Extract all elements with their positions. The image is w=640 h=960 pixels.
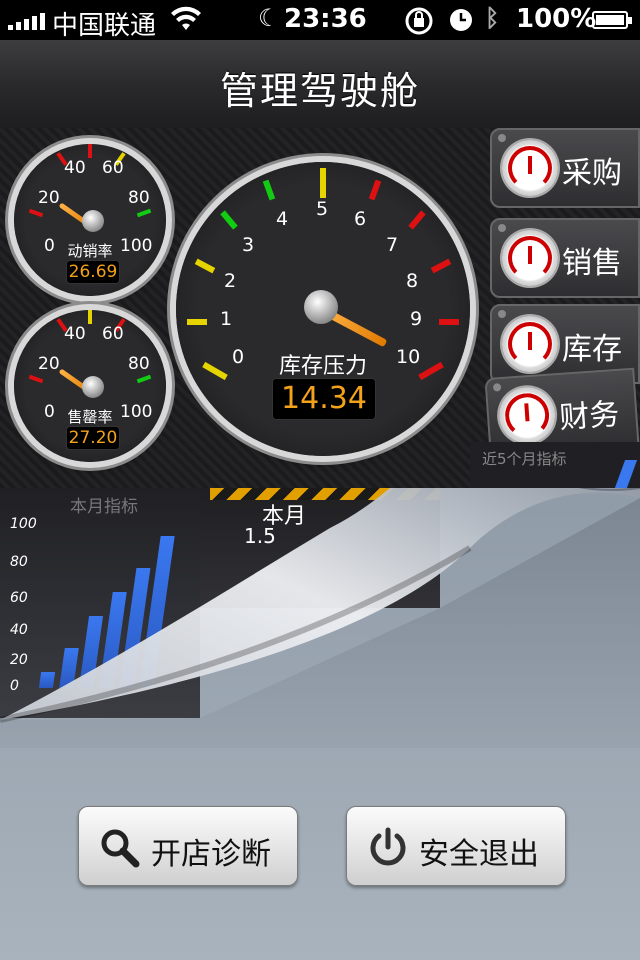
gauge-readout: 26.69 [66,260,120,284]
mini-gauge-icon [497,385,557,446]
tab-label: 销售 [562,246,622,281]
gauge-mark [418,361,444,381]
sales-rate-gauge[interactable]: 0 20 40 60 80 100 动销率 26.69 [14,144,166,296]
tick-label: 40 [64,324,86,344]
page-curl-area[interactable]: 本月指标 100 80 60 40 20 0 本月 1.5 [0,488,640,748]
tick-label: 40 [64,158,86,178]
tick-label: 6 [354,208,367,230]
screw [498,224,506,232]
mini-gauge-icon [502,140,558,196]
mini-gauge-icon [502,230,558,286]
gauge-readout: 27.20 [66,426,120,450]
gauge-mark [262,179,276,201]
inventory-pressure-gauge[interactable]: 0 1 2 3 4 5 6 7 8 9 10 库存压力 14.34 [176,162,470,456]
tick-label: 20 [38,188,60,208]
tick-label: 1 [220,308,233,330]
signal-icon [8,12,45,30]
tick-label: 80 [128,188,150,208]
tick-label: 7 [386,234,399,256]
clock-time: 23:36 [284,4,367,34]
tick-label: 0 [44,236,55,256]
gauge-mark [439,319,459,325]
power-icon [367,827,409,873]
screw [492,383,502,392]
gauge-mark [220,210,238,230]
tick-label: 60 [102,158,124,178]
tick-label: 100 [120,402,153,422]
wifi-icon [170,6,202,39]
gauge-hub [304,290,338,324]
gauge-hub [82,376,104,398]
page-title: 管理驾驶舱 [219,69,420,113]
status-bar: 中国联通 ☾ 23:36 ᛒ 100% [0,0,640,43]
tab-purchase[interactable]: 采购 [490,128,640,208]
button-label: 安全退出 [419,837,539,872]
tab-label: 库存 [562,332,622,367]
gauge-mark [88,310,92,324]
tick-label: 3 [242,234,255,256]
bluetooth-icon: ᛒ [485,4,500,32]
screw [498,310,506,318]
gauge-mark [187,319,207,325]
gauge-mark [430,258,452,274]
gauge-mark [28,208,44,218]
tick-label: 10 [396,346,421,368]
gauge-mark [194,258,216,274]
button-label: 开店诊断 [151,837,271,872]
tick-label: 0 [232,346,245,368]
tick-label: 9 [410,308,423,330]
gauge-mark [88,144,92,158]
gauge-mark [28,374,44,384]
chart-bar [614,460,638,488]
tick-label: 60 [102,324,124,344]
tab-label: 财务 [558,396,621,437]
gauge-mark [408,210,426,230]
tick-label: 100 [120,236,153,256]
tick-label: 2 [224,270,237,292]
gauge-label: 库存压力 [278,354,367,379]
tick-label: 5 [316,198,329,220]
sellout-rate-gauge[interactable]: 0 20 40 60 80 100 售罄率 27.20 [14,310,166,462]
tick-label: 4 [276,208,289,230]
tick-label: 80 [128,354,150,374]
mini-gauge-icon [502,316,558,372]
tab-label: 采购 [562,156,622,191]
gauge-mark [368,179,382,201]
recent-months-strip: 近5个月指标 [470,442,640,488]
tab-sales[interactable]: 销售 [490,218,640,298]
screw [498,134,506,142]
store-diagnosis-button[interactable]: 开店诊断 [78,806,298,886]
tick-label: 0 [44,402,55,422]
moon-icon: ☾ [258,4,280,32]
gauge-label: 动销率 [67,242,113,260]
gauge-mark [136,208,152,218]
page-curl [0,488,640,748]
dashboard-panel: 0 20 40 60 80 100 动销率 26.69 0 20 40 60 8… [0,128,640,488]
battery-percent: 100% [516,4,597,34]
tick-label: 8 [406,270,419,292]
rotation-lock-icon [404,6,436,43]
search-icon [99,827,141,873]
gauge-mark [320,168,326,198]
safe-exit-button[interactable]: 安全退出 [346,806,566,886]
battery-icon [592,11,632,29]
recent-months-title: 近5个月指标 [482,450,567,468]
gauge-mark [202,361,228,381]
gauge-hub [82,210,104,232]
gauge-mark [136,374,152,384]
tick-label: 20 [38,354,60,374]
gauge-label: 售罄率 [67,408,113,426]
alarm-icon [448,7,474,40]
navigation-bar: 管理驾驶舱 [0,40,640,129]
gauge-readout: 14.34 [272,378,376,420]
carrier-name: 中国联通 [52,11,157,41]
